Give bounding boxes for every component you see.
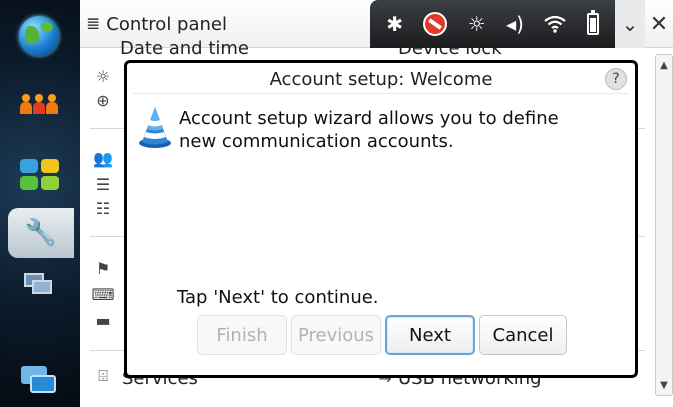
contacts-icon[interactable] (14, 82, 64, 126)
previous-button[interactable]: Previous (291, 315, 381, 355)
list-item[interactable]: Device lock (398, 38, 502, 59)
dialog-title: Account setup: Welcome (269, 69, 493, 90)
chevron-down-icon: ⌄ (621, 12, 639, 36)
close-button[interactable]: ✕ (645, 0, 673, 48)
display-icon: ▬ (95, 310, 111, 330)
wizard-cone-icon (139, 107, 171, 148)
dialog-body-text: Account setup wizard allows you to defin… (179, 108, 559, 152)
do-not-disturb-icon (423, 12, 448, 36)
media-icon[interactable] (14, 262, 64, 306)
services-icon: ⌹ (98, 366, 108, 385)
wifi-icon (544, 15, 567, 33)
account-setup-dialog: Account setup: Welcome ? Account setup w… (124, 60, 638, 378)
text-input-icon: ⌨ (91, 284, 115, 304)
accounts-icon: 👥 (93, 148, 113, 168)
settings-icon[interactable]: 🔧 (8, 208, 74, 258)
brightness-icon: ☼ (95, 66, 111, 86)
bluetooth-device-icon: ☷ (95, 198, 111, 218)
brightness-icon: ☼ (467, 12, 486, 36)
flag-icon: ⚑ (95, 258, 111, 278)
volume-icon: ◂) (506, 12, 524, 36)
app-dock: 🔧 (0, 0, 80, 407)
help-button[interactable]: ? (605, 68, 627, 90)
applications-icon[interactable] (14, 152, 64, 196)
battery-icon (586, 10, 599, 35)
location-icon: ⊕ (96, 90, 110, 110)
cancel-button[interactable]: Cancel (479, 315, 567, 355)
certificate-icon: ☰ (95, 174, 111, 194)
bluetooth-icon: ✱ (386, 12, 403, 36)
app-title: Control panel (106, 13, 227, 35)
next-button[interactable]: Next (385, 315, 475, 355)
scroll-up-icon[interactable]: ▲ (656, 57, 672, 73)
scroll-down-icon[interactable]: ▼ (656, 377, 672, 393)
menu-icon: ≣ (86, 14, 101, 34)
dialog-hint-text: Tap 'Next' to continue. (177, 287, 379, 308)
minimize-button[interactable]: ⌄ (615, 0, 645, 48)
list-item[interactable]: Date and time (120, 38, 249, 59)
help-icon: ? (612, 71, 620, 87)
web-browser-icon[interactable] (14, 14, 64, 58)
close-icon: ✕ (649, 11, 669, 37)
scrollbar[interactable]: ▲ ▼ (655, 54, 673, 396)
finish-button[interactable]: Finish (197, 315, 287, 355)
task-switcher-icon[interactable] (14, 358, 64, 402)
